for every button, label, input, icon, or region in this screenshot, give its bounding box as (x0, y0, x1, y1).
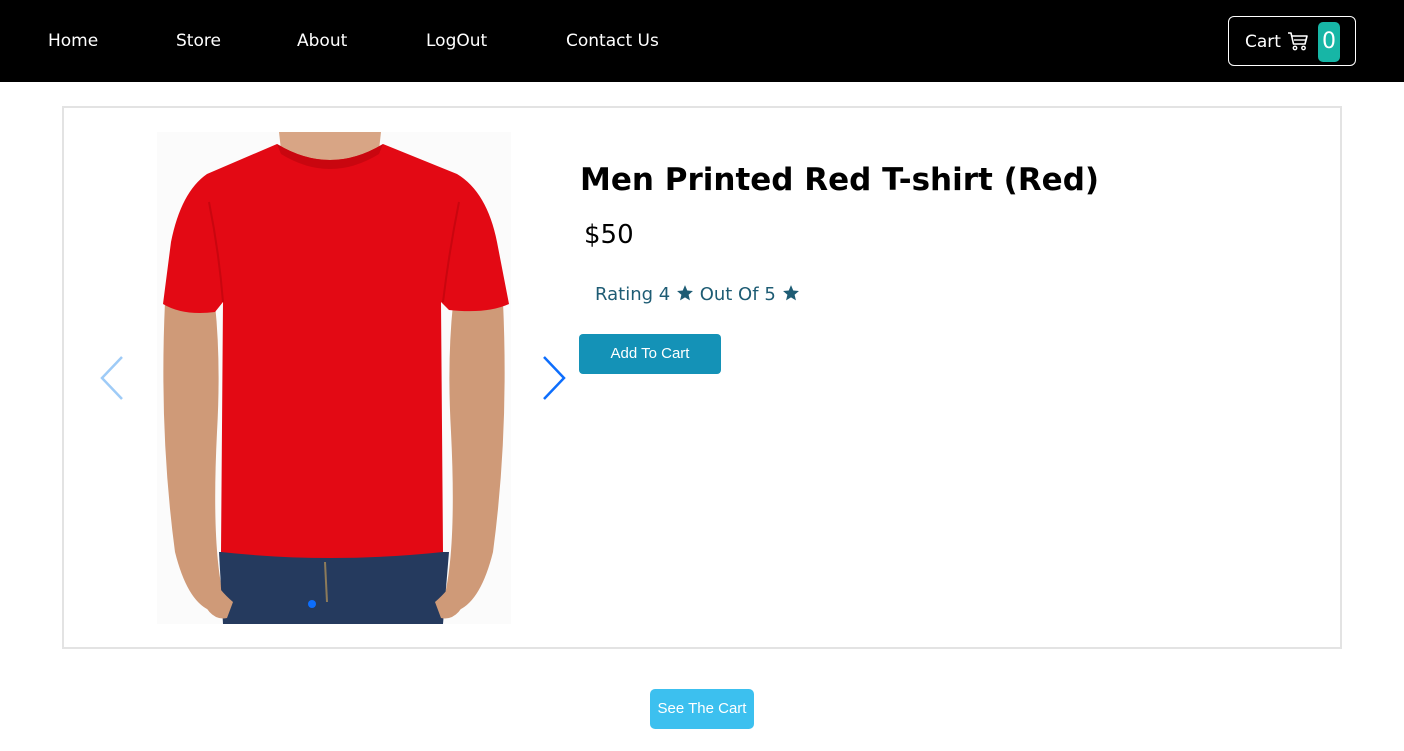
rating-prefix: Rating (595, 284, 654, 305)
nav-link-about[interactable]: About (297, 29, 347, 53)
nav-link-contact-us[interactable]: Contact Us (566, 29, 659, 53)
navbar: Home Store About LogOut Contact Us Cart … (0, 0, 1404, 82)
product-card: Men Printed Red T-shirt (Red) $50 Rating… (62, 106, 1342, 649)
nav-link-store[interactable]: Store (176, 29, 221, 53)
see-the-cart-button[interactable]: See The Cart (650, 689, 754, 729)
product-price: $50 (584, 220, 634, 250)
chevron-right-icon[interactable] (538, 353, 570, 403)
product-title: Men Printed Red T-shirt (Red) (580, 162, 1100, 198)
star-icon (782, 285, 799, 301)
rating-middle-text: Out Of (699, 284, 759, 305)
shopping-cart-icon (1288, 32, 1308, 51)
product-rating: Rating 4 Out Of 5 (595, 282, 800, 308)
nav-link-home[interactable]: Home (48, 29, 98, 53)
cart-count-badge: 0 (1318, 22, 1340, 62)
cart-button[interactable]: Cart 0 (1228, 16, 1356, 66)
product-image-carousel (157, 132, 511, 624)
cart-label: Cart (1245, 32, 1281, 52)
star-icon (677, 285, 693, 301)
product-image (157, 132, 511, 624)
nav-link-logout[interactable]: LogOut (426, 29, 487, 53)
carousel-indicator-dot[interactable] (308, 600, 316, 608)
chevron-left-icon[interactable] (96, 353, 128, 403)
rating-value: 4 (658, 284, 671, 305)
rating-max: 5 (764, 284, 776, 305)
add-to-cart-button[interactable]: Add To Cart (579, 334, 721, 374)
